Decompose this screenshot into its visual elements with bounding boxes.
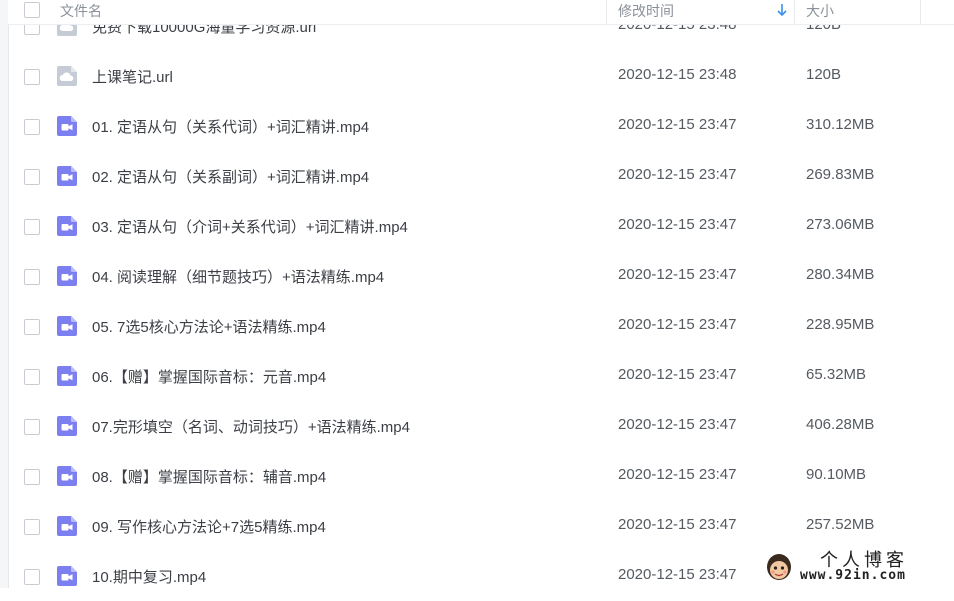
- row-checkbox[interactable]: [24, 419, 40, 435]
- arrow-down-icon[interactable]: [776, 2, 788, 18]
- video-icon: [56, 565, 78, 587]
- file-name[interactable]: 07.完形填空（名词、动词技巧）+语法精练.mp4: [92, 416, 410, 437]
- file-row[interactable]: 01. 定语从句（关系代词）+词汇精讲.mp4 2020-12-15 23:47…: [8, 101, 954, 151]
- file-modified-time: 2020-12-15 23:47: [618, 566, 737, 583]
- video-icon: [56, 115, 78, 137]
- file-name[interactable]: 01. 定语从句（关系代词）+词汇精讲.mp4: [92, 116, 369, 137]
- column-header-modified-time[interactable]: 修改时间: [618, 0, 674, 24]
- file-modified-time: 2020-12-15 23:48: [618, 66, 737, 83]
- row-checkbox[interactable]: [24, 469, 40, 485]
- file-size: 310.12MB: [806, 116, 875, 133]
- file-modified-time: 2020-12-15 23:47: [618, 266, 737, 283]
- file-name[interactable]: 05. 7选5核心方法论+语法精练.mp4: [92, 316, 326, 337]
- row-checkbox[interactable]: [24, 519, 40, 535]
- blog-watermark: 个人博客 www.92in.com: [760, 544, 954, 588]
- file-modified-time: 2020-12-15 23:47: [618, 516, 737, 533]
- file-row[interactable]: 08.【赠】掌握国际音标：辅音.mp4 2020-12-15 23:47 90.…: [8, 451, 954, 501]
- file-row[interactable]: 04. 阅读理解（细节题技巧）+语法精练.mp4 2020-12-15 23:4…: [8, 251, 954, 301]
- file-name[interactable]: 08.【赠】掌握国际音标：辅音.mp4: [92, 466, 326, 487]
- cloud-link-icon: [56, 65, 78, 87]
- row-checkbox[interactable]: [24, 369, 40, 385]
- file-row[interactable]: 上课笔记.url 2020-12-15 23:48 120B: [8, 51, 954, 101]
- row-checkbox[interactable]: [24, 169, 40, 185]
- file-name[interactable]: 10.期中复习.mp4: [92, 566, 206, 587]
- file-name[interactable]: 02. 定语从句（关系副词）+词汇精讲.mp4: [92, 166, 369, 187]
- file-size: 120B: [806, 66, 842, 83]
- video-icon: [56, 165, 78, 187]
- file-modified-time: 2020-12-15 23:47: [618, 366, 737, 383]
- file-name[interactable]: 04. 阅读理解（细节题技巧）+语法精练.mp4: [92, 266, 384, 287]
- file-row[interactable]: 05. 7选5核心方法论+语法精练.mp4 2020-12-15 23:47 2…: [8, 301, 954, 351]
- row-checkbox[interactable]: [24, 69, 40, 85]
- file-modified-time: 2020-12-15 23:47: [618, 166, 737, 183]
- video-icon: [56, 415, 78, 437]
- file-modified-time: 2020-12-15 23:47: [618, 216, 737, 233]
- file-size: 257.52MB: [806, 516, 875, 533]
- file-modified-time: 2020-12-15 23:47: [618, 116, 737, 133]
- row-checkbox[interactable]: [24, 569, 40, 585]
- row-checkbox[interactable]: [24, 219, 40, 235]
- video-icon: [56, 515, 78, 537]
- column-divider[interactable]: [794, 0, 795, 24]
- video-icon: [56, 465, 78, 487]
- file-name[interactable]: 06.【赠】掌握国际音标：元音.mp4: [92, 366, 326, 387]
- file-row[interactable]: 06.【赠】掌握国际音标：元音.mp4 2020-12-15 23:47 65.…: [8, 351, 954, 401]
- column-header-name[interactable]: 文件名: [60, 0, 102, 24]
- cartoon-face-icon: [767, 554, 791, 580]
- select-all-checkbox[interactable]: [24, 2, 40, 18]
- file-modified-time: 2020-12-15 23:47: [618, 316, 737, 333]
- video-icon: [56, 365, 78, 387]
- file-name[interactable]: 03. 定语从句（介词+关系代词）+词汇精讲.mp4: [92, 216, 408, 237]
- row-checkbox[interactable]: [24, 119, 40, 135]
- row-checkbox[interactable]: [24, 269, 40, 285]
- file-name[interactable]: 09. 写作核心方法论+7选5精练.mp4: [92, 516, 326, 537]
- column-divider[interactable]: [606, 0, 607, 24]
- video-icon: [56, 265, 78, 287]
- file-modified-time: 2020-12-15 23:47: [618, 416, 737, 433]
- file-list-header: 文件名 修改时间 大小: [8, 0, 954, 25]
- row-checkbox[interactable]: [24, 319, 40, 335]
- file-size: 280.34MB: [806, 266, 875, 283]
- column-header-size[interactable]: 大小: [806, 0, 834, 24]
- video-icon: [56, 315, 78, 337]
- watermark-url: www.92in.com: [800, 568, 906, 583]
- file-size: 269.83MB: [806, 166, 875, 183]
- file-name[interactable]: 上课笔记.url: [92, 66, 173, 87]
- file-size: 273.06MB: [806, 216, 875, 233]
- file-row[interactable]: 02. 定语从句（关系副词）+词汇精讲.mp4 2020-12-15 23:47…: [8, 151, 954, 201]
- file-modified-time: 2020-12-15 23:47: [618, 466, 737, 483]
- video-icon: [56, 215, 78, 237]
- file-size: 228.95MB: [806, 316, 875, 333]
- file-size: 90.10MB: [806, 466, 867, 483]
- file-size: 65.32MB: [806, 366, 867, 383]
- column-divider[interactable]: [920, 0, 921, 24]
- file-row[interactable]: 03. 定语从句（介词+关系代词）+词汇精讲.mp4 2020-12-15 23…: [8, 201, 954, 251]
- file-row[interactable]: 07.完形填空（名词、动词技巧）+语法精练.mp4 2020-12-15 23:…: [8, 401, 954, 451]
- file-size: 406.28MB: [806, 416, 875, 433]
